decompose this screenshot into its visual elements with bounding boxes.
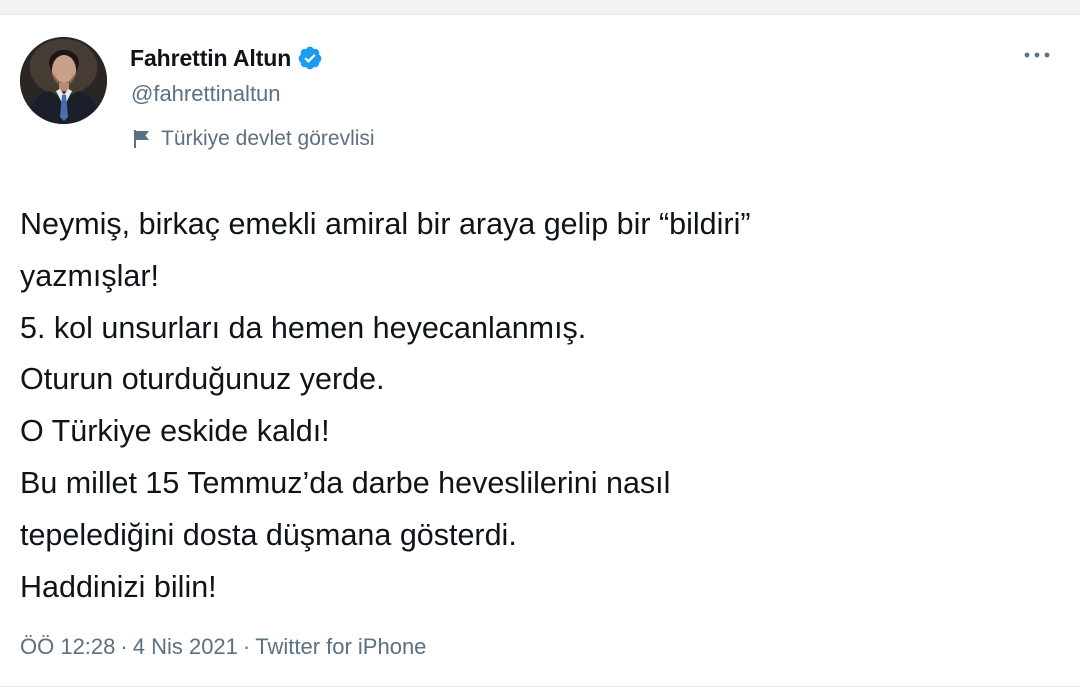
flag-icon bbox=[132, 128, 152, 150]
tweet-date[interactable]: 4 Nis 2021 bbox=[133, 634, 238, 659]
person-photo-icon bbox=[20, 37, 107, 124]
tweet-source[interactable]: Twitter for iPhone bbox=[255, 634, 426, 659]
tweet-text-line: Bu millet 15 Temmuz’da darbe heveslileri… bbox=[20, 465, 671, 500]
tweet-text-line: 5. kol unsurları da hemen heyecanlanmış. bbox=[20, 310, 587, 345]
tweet-text: Neymiş, birkaç emekli amiral bir araya g… bbox=[20, 199, 1060, 613]
tweet-meta: ÖÖ 12:28 · 4 Nis 2021 · Twitter for iPhone bbox=[20, 634, 426, 660]
account-label-text: Türkiye devlet görevlisi bbox=[161, 127, 375, 150]
verified-badge-icon bbox=[297, 45, 323, 71]
tweet-text-line: yazmışlar! bbox=[20, 258, 159, 293]
account-label[interactable]: Türkiye devlet görevlisi bbox=[132, 124, 375, 154]
tweet-time[interactable]: ÖÖ 12:28 bbox=[20, 634, 115, 659]
meta-separator: · bbox=[242, 634, 251, 659]
meta-separator: · bbox=[120, 634, 128, 659]
display-name[interactable]: Fahrettin Altun bbox=[130, 45, 291, 72]
tweet-text-line: O Türkiye eskide kaldı! bbox=[20, 414, 330, 449]
author-handle[interactable]: @fahrettinaltun bbox=[131, 81, 281, 107]
tweet-text-line: Haddinizi bilin! bbox=[20, 569, 217, 604]
author-name-row[interactable]: Fahrettin Altun bbox=[130, 43, 323, 73]
tweet-text-line: Oturun oturduğunuz yerde. bbox=[20, 362, 385, 397]
tweet-text-line: tepelediğini dosta düşmana gösterdi. bbox=[20, 517, 517, 552]
tweet-card: Fahrettin Altun @fahrettinaltun Türkiye … bbox=[0, 14, 1080, 687]
tweet-text-line: Neymiş, birkaç emekli amiral bir araya g… bbox=[20, 207, 751, 241]
avatar[interactable] bbox=[20, 37, 107, 124]
more-options-icon[interactable] bbox=[1017, 45, 1057, 65]
